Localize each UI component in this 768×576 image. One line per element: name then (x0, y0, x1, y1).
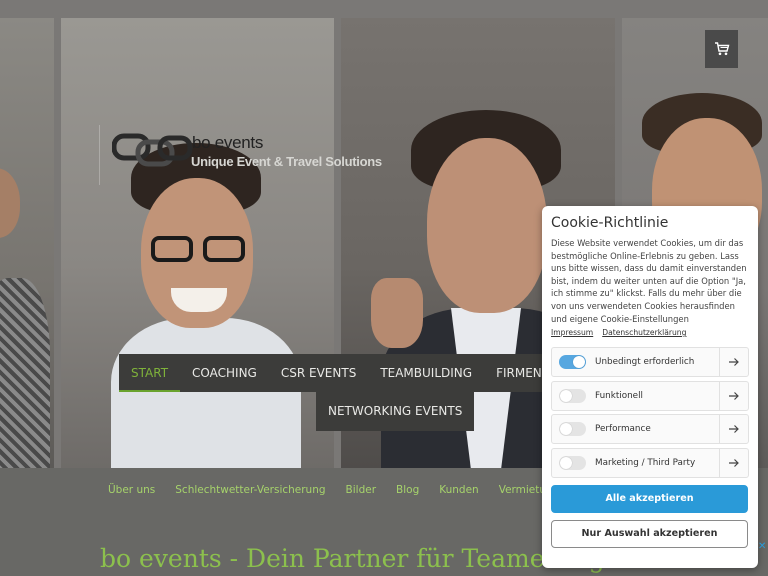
expand-arrow-button[interactable] (719, 448, 748, 477)
nav-item-networking-events[interactable]: NETWORKING EVENTS (316, 392, 474, 430)
arrow-right-icon (729, 358, 739, 366)
cookie-category-functional: Funktionell (551, 380, 749, 411)
cookie-consent-dialog: Cookie-Richtlinie Diese Website verwende… (542, 206, 758, 568)
toggle-marketing[interactable] (559, 455, 586, 470)
cart-icon (714, 42, 729, 56)
logo-tagline: Unique Event & Travel Solutions (191, 154, 382, 169)
cookie-category-essential: Unbedingt erforderlich (551, 347, 749, 377)
cookie-category-performance: Performance (551, 414, 749, 445)
cookie-dialog-text: Diese Website verwendet Cookies, um dir … (551, 238, 747, 324)
subnav-item-bilder[interactable]: Bilder (336, 480, 386, 500)
subnav-item-ueber-uns[interactable]: Über uns (98, 480, 165, 500)
toggle-functional[interactable] (559, 388, 586, 403)
toggle-essential[interactable] (559, 355, 586, 369)
close-icon[interactable]: ✕ (758, 541, 766, 552)
subnav-item-blog[interactable]: Blog (386, 480, 429, 500)
subnav-item-schlechtwetter[interactable]: Schlechtwetter-Versicherung (165, 480, 335, 500)
accept-selection-button[interactable]: Nur Auswahl akzeptieren (551, 519, 748, 548)
nav-item-coaching[interactable]: COACHING (180, 354, 269, 392)
toggle-label: Marketing / Third Party (595, 457, 696, 468)
cookie-dialog-links: Impressum Datenschutzerklärung (551, 328, 749, 342)
toggle-label: Performance (595, 424, 651, 435)
toggle-performance[interactable] (559, 422, 586, 437)
nav-item-teambuilding[interactable]: TEAMBUILDING (368, 354, 484, 392)
arrow-right-icon (729, 458, 739, 467)
cookie-dialog-title: Cookie-Richtlinie (551, 215, 669, 231)
accept-all-button[interactable]: Alle akzeptieren (551, 484, 748, 513)
expand-arrow-button[interactable] (719, 415, 748, 444)
expand-arrow-button[interactable] (719, 348, 748, 376)
logo-mark-icon[interactable] (112, 132, 194, 168)
arrow-right-icon (729, 391, 739, 400)
subnav-item-kunden[interactable]: Kunden (429, 480, 488, 500)
logo-title[interactable]: bo events (192, 133, 263, 153)
main-navigation: START COACHING CSR EVENTS TEAMBUILDING F… (119, 354, 588, 392)
page-headline: bo events - Dein Partner für Teamerfolg (100, 544, 605, 573)
cart-button[interactable] (705, 30, 738, 68)
main-navigation-row-2: NETWORKING EVENTS (316, 392, 475, 431)
toggle-label: Funktionell (595, 390, 643, 401)
toggle-label: Unbedingt erforderlich (595, 357, 695, 367)
nav-item-start[interactable]: START (119, 354, 181, 392)
hero-photo-panel (0, 18, 54, 468)
secondary-navigation: Über uns Schlechtwetter-Versicherung Bil… (98, 480, 569, 500)
hero-photo-panel (61, 18, 334, 468)
arrow-right-icon (729, 425, 739, 434)
expand-arrow-button[interactable] (719, 381, 748, 410)
nav-item-csr-events[interactable]: CSR EVENTS (269, 354, 368, 392)
datenschutz-link[interactable]: Datenschutzerklärung (602, 328, 686, 342)
cookie-category-marketing: Marketing / Third Party (551, 447, 749, 478)
cookie-category-list: Unbedingt erforderlich Funktionell Perfo… (551, 347, 749, 478)
logo-divider (99, 125, 112, 185)
impressum-link[interactable]: Impressum (551, 328, 593, 342)
